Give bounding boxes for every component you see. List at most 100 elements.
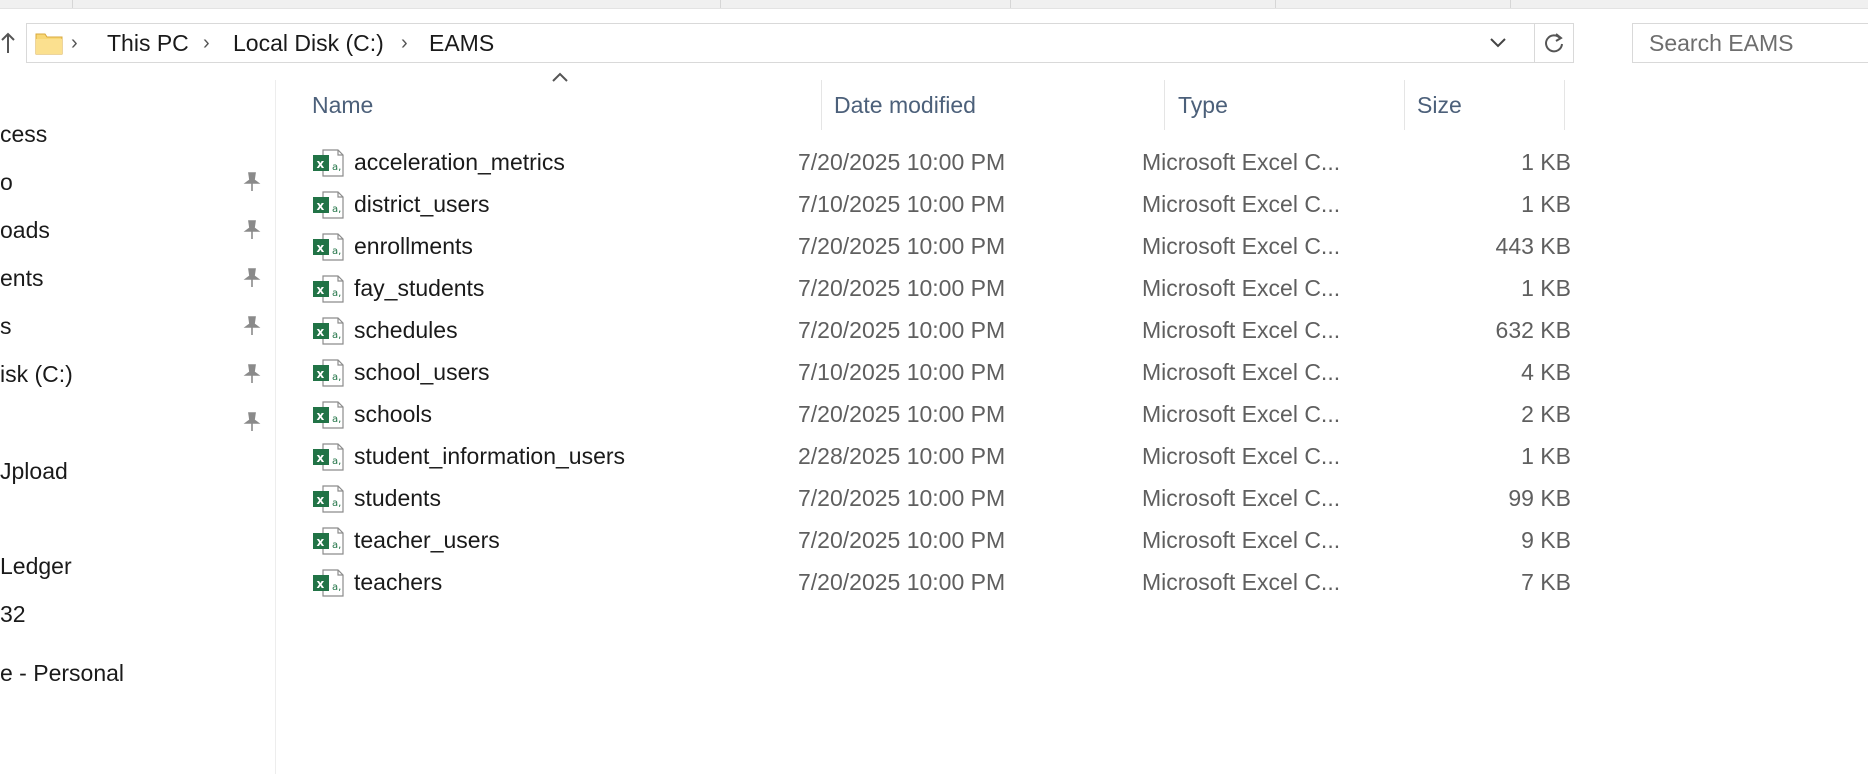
- file-size: 99 KB: [1508, 485, 1571, 511]
- breadcrumb-local-disk[interactable]: Local Disk (C:): [233, 24, 384, 62]
- column-separator[interactable]: [1404, 80, 1405, 130]
- svg-text:a,: a,: [332, 288, 341, 299]
- folder-icon: [35, 33, 63, 55]
- window-top-strip: [0, 0, 1868, 9]
- column-header-name[interactable]: Name: [312, 80, 373, 130]
- up-arrow-icon[interactable]: [0, 26, 16, 60]
- svg-text:a,: a,: [332, 540, 341, 551]
- pin-icon: [243, 412, 261, 431]
- svg-text:a,: a,: [332, 204, 341, 215]
- pin-icon: [243, 172, 261, 191]
- column-separator[interactable]: [1564, 80, 1565, 130]
- file-type: Microsoft Excel C...: [1142, 317, 1341, 343]
- svg-text:a,: a,: [332, 330, 341, 341]
- chevron-down-icon[interactable]: [1485, 24, 1511, 62]
- svg-text:x: x: [317, 325, 325, 339]
- excel-csv-icon: a, x: [312, 190, 344, 220]
- file-row[interactable]: a, x district_users 7/10/2025 10:00 PM Micro…: [308, 183, 1838, 225]
- pin-icon: [243, 364, 261, 383]
- column-header-size[interactable]: Size: [1417, 80, 1462, 130]
- file-size: 4 KB: [1521, 359, 1571, 385]
- column-separator[interactable]: [1164, 80, 1165, 130]
- chevron-right-icon[interactable]: ›: [401, 24, 408, 62]
- chevron-right-icon[interactable]: ›: [71, 24, 78, 62]
- nav-item-downloads[interactable]: oads: [0, 210, 270, 250]
- file-row[interactable]: a, x schedules 7/20/2025 10:00 PM Microsoft …: [308, 309, 1838, 351]
- file-size: 1 KB: [1521, 443, 1571, 469]
- file-row[interactable]: a, x fay_students 7/20/2025 10:00 PM Microso…: [308, 267, 1838, 309]
- file-date-modified: 2/28/2025 10:00 PM: [798, 443, 1006, 469]
- file-date-modified: 7/20/2025 10:00 PM: [798, 485, 1006, 511]
- file-date-modified: 7/10/2025 10:00 PM: [798, 359, 1006, 385]
- file-date-modified: 7/10/2025 10:00 PM: [798, 191, 1006, 217]
- search-box[interactable]: [1632, 23, 1868, 63]
- file-row[interactable]: a, x teachers 7/20/2025 10:00 PM Microsoft E…: [308, 561, 1838, 603]
- chevron-right-icon[interactable]: ›: [203, 24, 210, 62]
- nav-item-label: o: [0, 169, 13, 195]
- navigation-pane: cess o oads ents s isk (C:) Jpload Ledge…: [0, 80, 276, 774]
- nav-item-label: cess: [0, 121, 48, 147]
- nav-item-32[interactable]: 32: [0, 594, 270, 634]
- file-date-modified: 7/20/2025 10:00 PM: [798, 317, 1006, 343]
- excel-csv-icon: a, x: [312, 358, 344, 388]
- file-row[interactable]: a, x student_information_users 2/28/2025 10…: [308, 435, 1838, 477]
- file-list: Name Date modified Type Size a, x accelera…: [276, 70, 1868, 774]
- pin-icon: [243, 220, 261, 239]
- file-row[interactable]: a, x enrollments 7/20/2025 10:00 PM Microsof…: [308, 225, 1838, 267]
- file-row[interactable]: a, x schools 7/20/2025 10:00 PM Microsoft Ex…: [308, 393, 1838, 435]
- file-name: teacher_users: [354, 527, 500, 553]
- address-bar[interactable]: › This PC › Local Disk (C:) › EAMS: [26, 23, 1574, 63]
- nav-item-label: s: [0, 313, 12, 339]
- nav-item-label: 32: [0, 601, 26, 627]
- excel-csv-icon: a, x: [312, 400, 344, 430]
- svg-text:x: x: [317, 493, 325, 507]
- nav-item-pinned[interactable]: [0, 402, 270, 442]
- nav-item-documents[interactable]: ents: [0, 258, 270, 298]
- file-date-modified: 7/20/2025 10:00 PM: [798, 275, 1006, 301]
- file-name: district_users: [354, 191, 490, 217]
- file-type: Microsoft Excel C...: [1142, 527, 1341, 553]
- file-date-modified: 7/20/2025 10:00 PM: [798, 233, 1006, 259]
- pin-icon: [243, 268, 261, 287]
- svg-text:x: x: [317, 283, 325, 297]
- nav-item-quick-access[interactable]: cess: [0, 114, 270, 154]
- file-name: enrollments: [354, 233, 473, 259]
- nav-item-label: Jpload: [0, 458, 68, 484]
- svg-text:x: x: [317, 199, 325, 213]
- column-header-type[interactable]: Type: [1178, 80, 1228, 130]
- file-name: schools: [354, 401, 432, 427]
- file-size: 1 KB: [1521, 275, 1571, 301]
- search-input[interactable]: [1633, 24, 1868, 62]
- file-row[interactable]: a, x school_users 7/10/2025 10:00 PM Microso…: [308, 351, 1838, 393]
- refresh-icon[interactable]: [1535, 24, 1573, 62]
- file-name: students: [354, 485, 441, 511]
- file-size: 632 KB: [1495, 317, 1571, 343]
- nav-item-upload[interactable]: Jpload: [0, 451, 270, 491]
- breadcrumb-this-pc[interactable]: This PC: [107, 24, 189, 62]
- nav-item-ledger[interactable]: Ledger: [0, 546, 270, 586]
- file-row[interactable]: a, x students 7/20/2025 10:00 PM Microsoft E…: [308, 477, 1838, 519]
- column-separator[interactable]: [821, 80, 822, 130]
- file-type: Microsoft Excel C...: [1142, 485, 1341, 511]
- excel-csv-icon: a, x: [312, 316, 344, 346]
- file-type: Microsoft Excel C...: [1142, 401, 1341, 427]
- file-size: 1 KB: [1521, 149, 1571, 175]
- file-row[interactable]: a, x acceleration_metrics 7/20/2025 10:00 P…: [308, 141, 1838, 183]
- breadcrumb-eams[interactable]: EAMS: [429, 24, 494, 62]
- excel-csv-icon: a, x: [312, 442, 344, 472]
- nav-item-desktop[interactable]: o: [0, 162, 270, 202]
- nav-item-label: Ledger: [0, 553, 72, 579]
- file-row[interactable]: a, x teacher_users 7/20/2025 10:00 PM Micros…: [308, 519, 1838, 561]
- file-name: schedules: [354, 317, 458, 343]
- file-size: 2 KB: [1521, 401, 1571, 427]
- svg-text:a,: a,: [332, 414, 341, 425]
- sort-ascending-icon: [552, 72, 568, 82]
- nav-item-label: isk (C:): [0, 361, 73, 387]
- nav-item-pictures[interactable]: s: [0, 306, 270, 346]
- nav-item-onedrive-personal[interactable]: e - Personal: [0, 653, 270, 693]
- file-type: Microsoft Excel C...: [1142, 233, 1341, 259]
- column-header-date-modified[interactable]: Date modified: [834, 80, 976, 130]
- svg-text:x: x: [317, 241, 325, 255]
- nav-item-local-disk[interactable]: isk (C:): [0, 354, 270, 394]
- file-name: acceleration_metrics: [354, 149, 565, 175]
